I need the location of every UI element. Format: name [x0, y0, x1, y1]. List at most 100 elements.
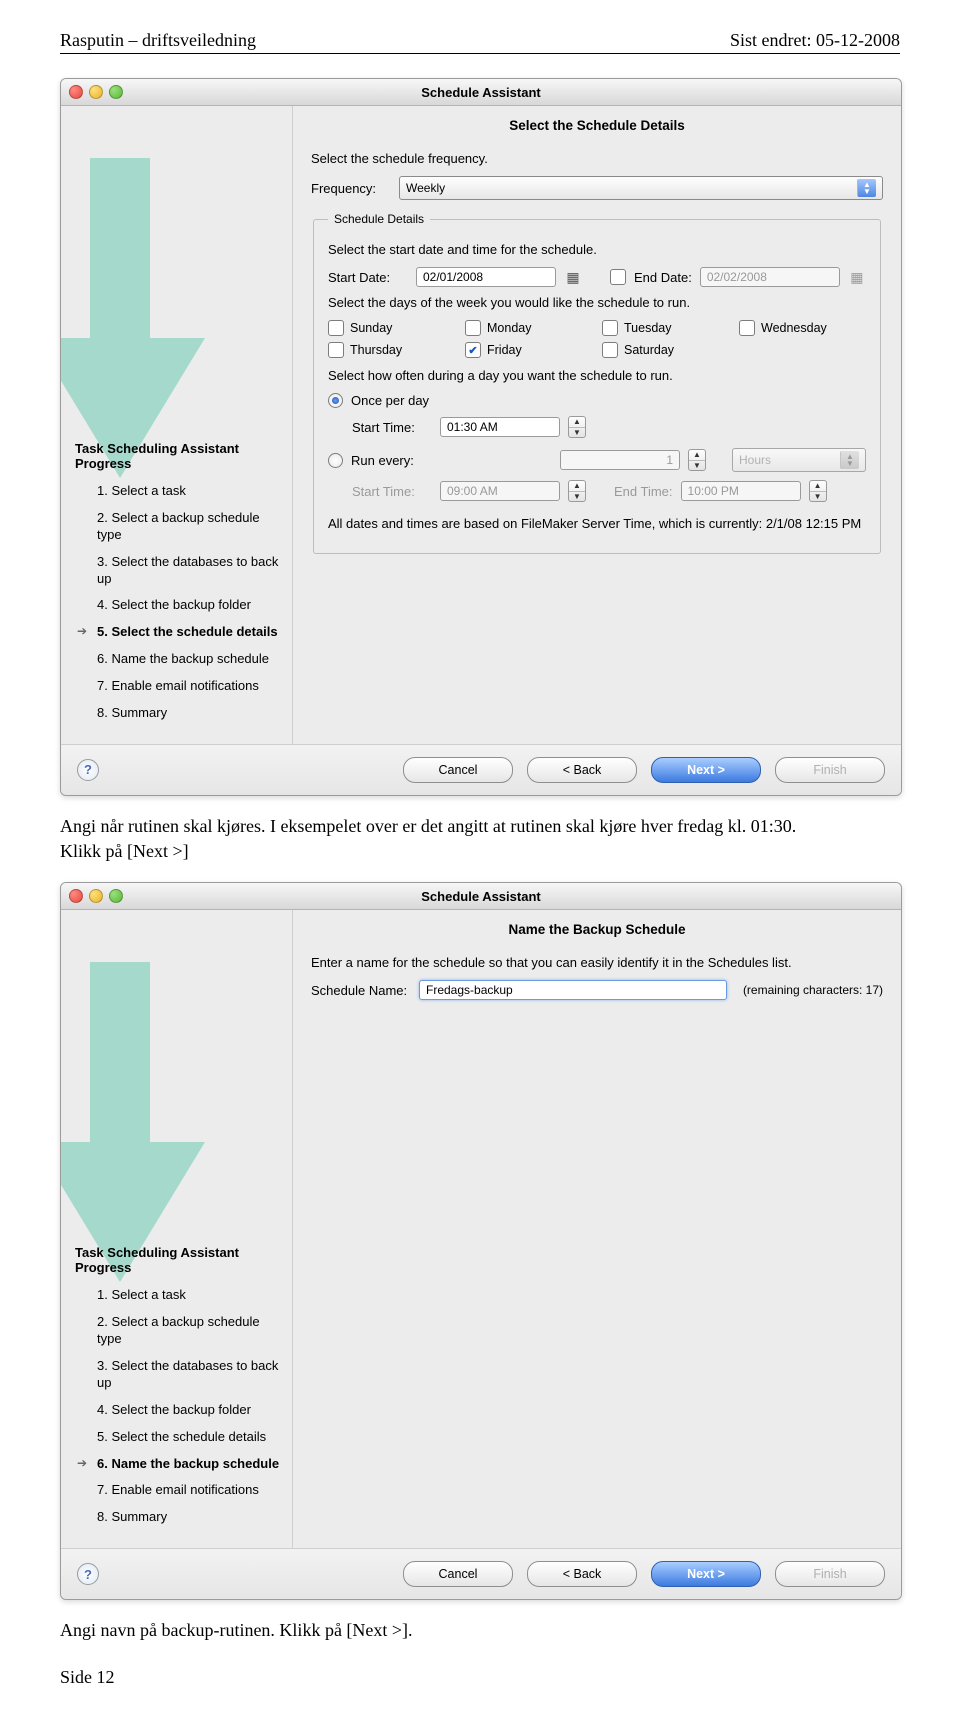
starttime-stepper[interactable]: ▲▼ — [568, 416, 586, 438]
step-7: 7. Enable email notifications — [97, 678, 282, 695]
step-3: 3. Select the databases to back up — [97, 1358, 282, 1392]
step-4: 4. Select the backup folder — [97, 597, 282, 614]
finish-button: Finish — [775, 1561, 885, 1587]
step-1: 1. Select a task — [97, 483, 282, 500]
page-number: Side 12 — [60, 1667, 900, 1688]
doc-paragraph-2: Angi navn på backup-rutinen. Klikk på [N… — [60, 1618, 900, 1643]
window-name-schedule: Schedule Assistant Task Scheduling Assis… — [60, 882, 902, 1600]
start-date-label: Start Date: — [328, 270, 408, 285]
day-wednesday-label: Wednesday — [761, 321, 827, 335]
frequency-value: Weekly — [406, 181, 445, 195]
day-monday-checkbox[interactable] — [465, 320, 481, 336]
help-icon[interactable]: ? — [77, 759, 99, 781]
day-saturday-label: Saturday — [624, 343, 674, 357]
window-title: Schedule Assistant — [61, 85, 901, 100]
current-step-indicator-icon: ➔ — [75, 624, 89, 640]
day-wednesday-checkbox[interactable] — [739, 320, 755, 336]
titlebar: Schedule Assistant — [61, 79, 901, 106]
day-saturday-checkbox[interactable] — [602, 342, 618, 358]
select-caret-icon: ▲▼ — [857, 179, 876, 197]
sidebar-title: Task Scheduling Assistant Progress — [75, 441, 282, 471]
step-1: 1. Select a task — [97, 1287, 282, 1304]
window-schedule-details: Schedule Assistant Task Scheduling Assis… — [60, 78, 902, 796]
day-grid: Sunday Monday Tuesday Wednesday Thursday… — [328, 320, 866, 358]
run-every-input: 1 — [560, 450, 680, 470]
range-end-stepper: ▲▼ — [809, 480, 827, 502]
name-instruction: Enter a name for the schedule so that yo… — [311, 955, 883, 970]
cancel-button[interactable]: Cancel — [403, 757, 513, 783]
doc-header: Rasputin – driftsveiledning Sist endret:… — [60, 30, 900, 54]
schedule-details-fieldset: Schedule Details Select the start date a… — [313, 212, 881, 554]
starttime-input[interactable]: 01:30 AM — [440, 417, 560, 437]
help-icon[interactable]: ? — [77, 1563, 99, 1585]
day-friday-checkbox[interactable]: ✔ — [465, 342, 481, 358]
panel-heading: Name the Backup Schedule — [311, 922, 883, 937]
window-footer: ? Cancel < Back Next > Finish — [61, 744, 901, 795]
main-panel: Name the Backup Schedule Enter a name fo… — [293, 910, 901, 1548]
sidebar: Task Scheduling Assistant Progress 1. Se… — [61, 106, 293, 744]
step-8: 8. Summary — [97, 1509, 282, 1526]
step-5: 5. Select the schedule details — [97, 1429, 282, 1446]
sidebar: Task Scheduling Assistant Progress 1. Se… — [61, 910, 293, 1548]
titlebar: Schedule Assistant — [61, 883, 901, 910]
back-button[interactable]: < Back — [527, 1561, 637, 1587]
calendar-icon[interactable]: ▦ — [564, 268, 582, 286]
end-date-input: 02/02/2008 — [700, 267, 840, 287]
step-8: 8. Summary — [97, 705, 282, 722]
day-tuesday-checkbox[interactable] — [602, 320, 618, 336]
days-instruction: Select the days of the week you would li… — [328, 295, 866, 310]
frequency-instruction: Select the schedule frequency. — [311, 151, 883, 166]
next-button[interactable]: Next > — [651, 757, 761, 783]
select-caret-icon: ▲▼ — [840, 451, 859, 469]
doc-header-left: Rasputin – driftsveiledning — [60, 30, 256, 51]
starttime-label: Start Time: — [352, 420, 432, 435]
step-4: 4. Select the backup folder — [97, 1402, 282, 1419]
run-every-unit-select: Hours ▲▼ — [732, 448, 866, 472]
window-title: Schedule Assistant — [61, 889, 901, 904]
runfreq-instruction: Select how often during a day you want t… — [328, 368, 866, 383]
doc-paragraph-1: Angi når rutinen skal kjøres. I eksempel… — [60, 814, 900, 864]
step-5: 5. Select the schedule details — [97, 624, 282, 641]
step-6: 6. Name the backup schedule — [97, 651, 282, 668]
startdate-instruction: Select the start date and time for the s… — [328, 242, 866, 257]
day-tuesday-label: Tuesday — [624, 321, 671, 335]
range-start-stepper: ▲▼ — [568, 480, 586, 502]
run-every-unit-value: Hours — [739, 453, 771, 467]
step-6: 6. Name the backup schedule — [97, 1456, 282, 1473]
step-7: 7. Enable email notifications — [97, 1482, 282, 1499]
main-panel: Select the Schedule Details Select the s… — [293, 106, 901, 744]
range-end-label: End Time: — [614, 484, 673, 499]
wizard-bg-arrow-icon — [61, 962, 205, 1282]
range-end-input: 10:00 PM — [681, 481, 801, 501]
back-button[interactable]: < Back — [527, 757, 637, 783]
end-date-checkbox[interactable] — [610, 269, 626, 285]
window-footer: ? Cancel < Back Next > Finish — [61, 1548, 901, 1599]
run-every-label: Run every: — [351, 453, 414, 468]
once-per-day-label: Once per day — [351, 393, 429, 408]
day-thursday-label: Thursday — [350, 343, 402, 357]
day-sunday-checkbox[interactable] — [328, 320, 344, 336]
step-3: 3. Select the databases to back up — [97, 554, 282, 588]
range-start-label: Start Time: — [352, 484, 432, 499]
range-start-input: 09:00 AM — [440, 481, 560, 501]
sidebar-title: Task Scheduling Assistant Progress — [75, 1245, 282, 1275]
step-2: 2. Select a backup schedule type — [97, 510, 282, 544]
day-thursday-checkbox[interactable] — [328, 342, 344, 358]
run-every-stepper: ▲▼ — [688, 449, 706, 471]
frequency-select[interactable]: Weekly ▲▼ — [399, 176, 883, 200]
run-every-radio[interactable] — [328, 453, 343, 468]
cancel-button[interactable]: Cancel — [403, 1561, 513, 1587]
calendar-icon: ▦ — [848, 268, 866, 286]
schedule-name-input[interactable]: Fredags-backup — [419, 980, 727, 1000]
day-sunday-label: Sunday — [350, 321, 392, 335]
end-date-label: End Date: — [634, 270, 692, 285]
finish-button: Finish — [775, 757, 885, 783]
panel-heading: Select the Schedule Details — [311, 118, 883, 133]
frequency-label: Frequency: — [311, 181, 391, 196]
schedule-details-legend: Schedule Details — [328, 212, 430, 226]
start-date-input[interactable]: 02/01/2008 — [416, 267, 556, 287]
day-friday-label: Friday — [487, 343, 522, 357]
next-button[interactable]: Next > — [651, 1561, 761, 1587]
schedule-name-label: Schedule Name: — [311, 983, 411, 998]
once-per-day-radio[interactable] — [328, 393, 343, 408]
